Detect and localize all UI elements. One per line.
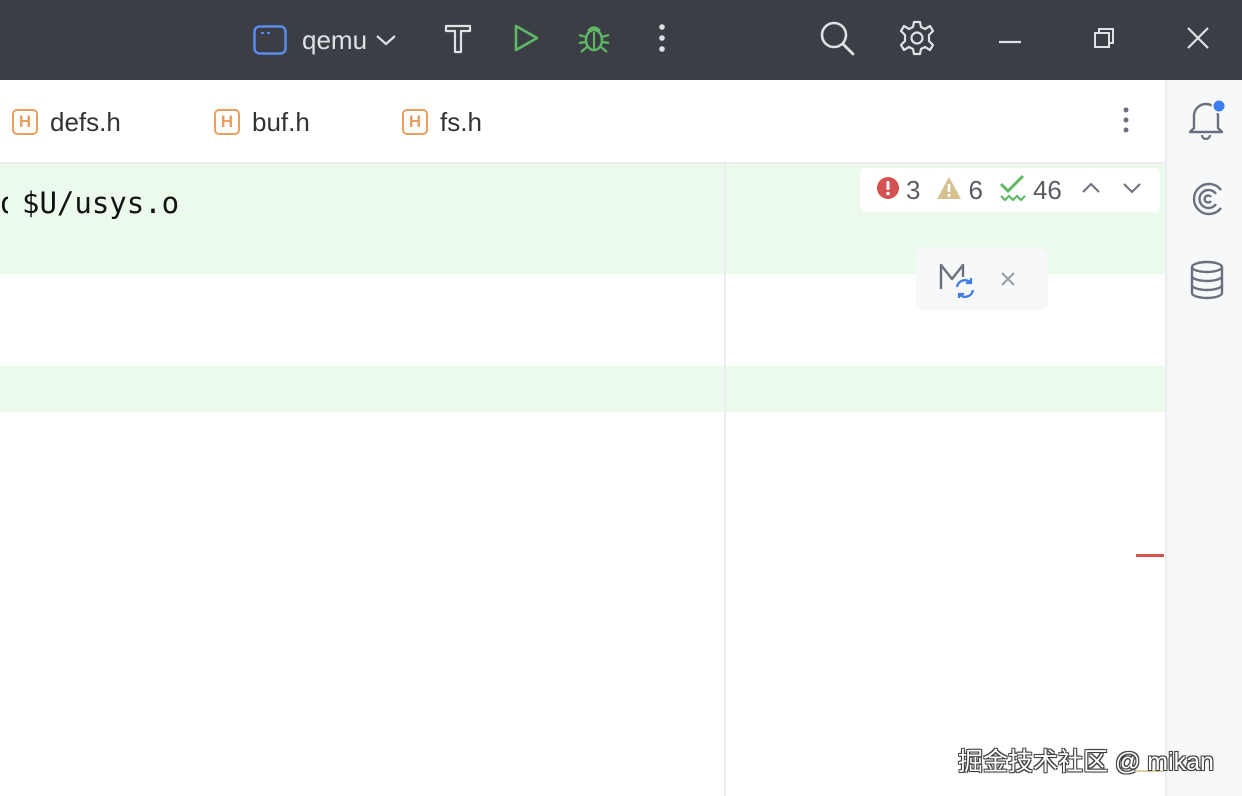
run-configuration-name: qemu [302,24,368,55]
more-vertical-icon [658,23,666,58]
tab-label: fs.h [440,106,482,137]
error-icon [876,176,900,205]
tab-label: buf.h [252,106,310,137]
reload-build-notification [916,248,1048,310]
close-icon[interactable] [996,267,1020,291]
minimize-icon [999,31,1021,49]
ai-assistant-icon [1188,180,1226,223]
header-file-icon: H [402,109,428,135]
header-file-icon: H [214,109,240,135]
previous-highlight-button[interactable] [1078,176,1105,204]
code-line[interactable]: o$U/usys.o [0,186,179,220]
settings-button[interactable] [896,20,938,60]
run-configuration-selector[interactable]: qemu [252,20,412,60]
changed-line-highlight [0,366,1165,412]
next-highlight-button[interactable] [1119,176,1146,204]
notifications-bell-icon [1186,98,1228,145]
close-window-button[interactable] [1178,20,1218,60]
right-margin-guide [724,164,726,796]
chevron-down-icon [375,33,397,47]
code-text: $U/usys.o [22,186,180,220]
tab-defs-h[interactable]: H defs.h [12,80,121,164]
database-button[interactable] [1186,260,1228,305]
tab-label: defs.h [50,106,121,137]
terminal-window-icon [252,25,288,55]
header-file-icon: H [12,109,38,135]
make-reload-icon[interactable] [938,259,978,299]
tab-fs-h[interactable]: H fs.h [402,80,482,164]
more-vertical-icon [1122,106,1130,139]
warning-icon [936,176,962,205]
error-stripe-marker[interactable] [1136,554,1164,557]
ok-counter[interactable]: 46 [999,174,1062,207]
more-actions-button[interactable] [646,20,678,60]
watermark: 掘金技术社区 @ mikan [958,748,1214,776]
double-check-icon [999,174,1027,207]
minimize-button[interactable] [990,20,1030,60]
hammer-icon [443,22,473,59]
close-icon [1186,26,1210,55]
right-tool-window-bar [1165,80,1242,796]
search-everywhere-button[interactable] [816,20,858,60]
errors-counter[interactable]: 3 [876,175,920,206]
debug-button[interactable] [574,20,614,60]
ok-count: 46 [1032,174,1062,205]
inspection-widget[interactable]: 3 6 46 [860,168,1160,212]
tab-options-button[interactable] [1110,102,1142,142]
gear-icon [898,19,936,62]
warnings-counter[interactable]: 6 [936,174,983,206]
chevron-up-icon [1081,181,1101,199]
chevron-down-icon [1122,181,1142,199]
database-icon [1189,260,1225,305]
notifications-button[interactable] [1186,98,1228,145]
search-icon [818,19,856,62]
build-button[interactable] [438,20,478,60]
title-bar: qemu [0,0,1242,80]
restore-button[interactable] [1084,20,1124,60]
ai-assistant-button[interactable] [1186,180,1228,222]
debug-bug-icon [577,21,611,60]
editor-tab-bar: H defs.h H buf.h H fs.h [0,80,1165,164]
warning-count: 6 [968,174,983,205]
error-count: 3 [906,174,921,205]
run-icon [512,23,540,58]
restore-icon [1093,27,1115,54]
run-button[interactable] [506,20,546,60]
tab-buf-h[interactable]: H buf.h [214,80,310,164]
